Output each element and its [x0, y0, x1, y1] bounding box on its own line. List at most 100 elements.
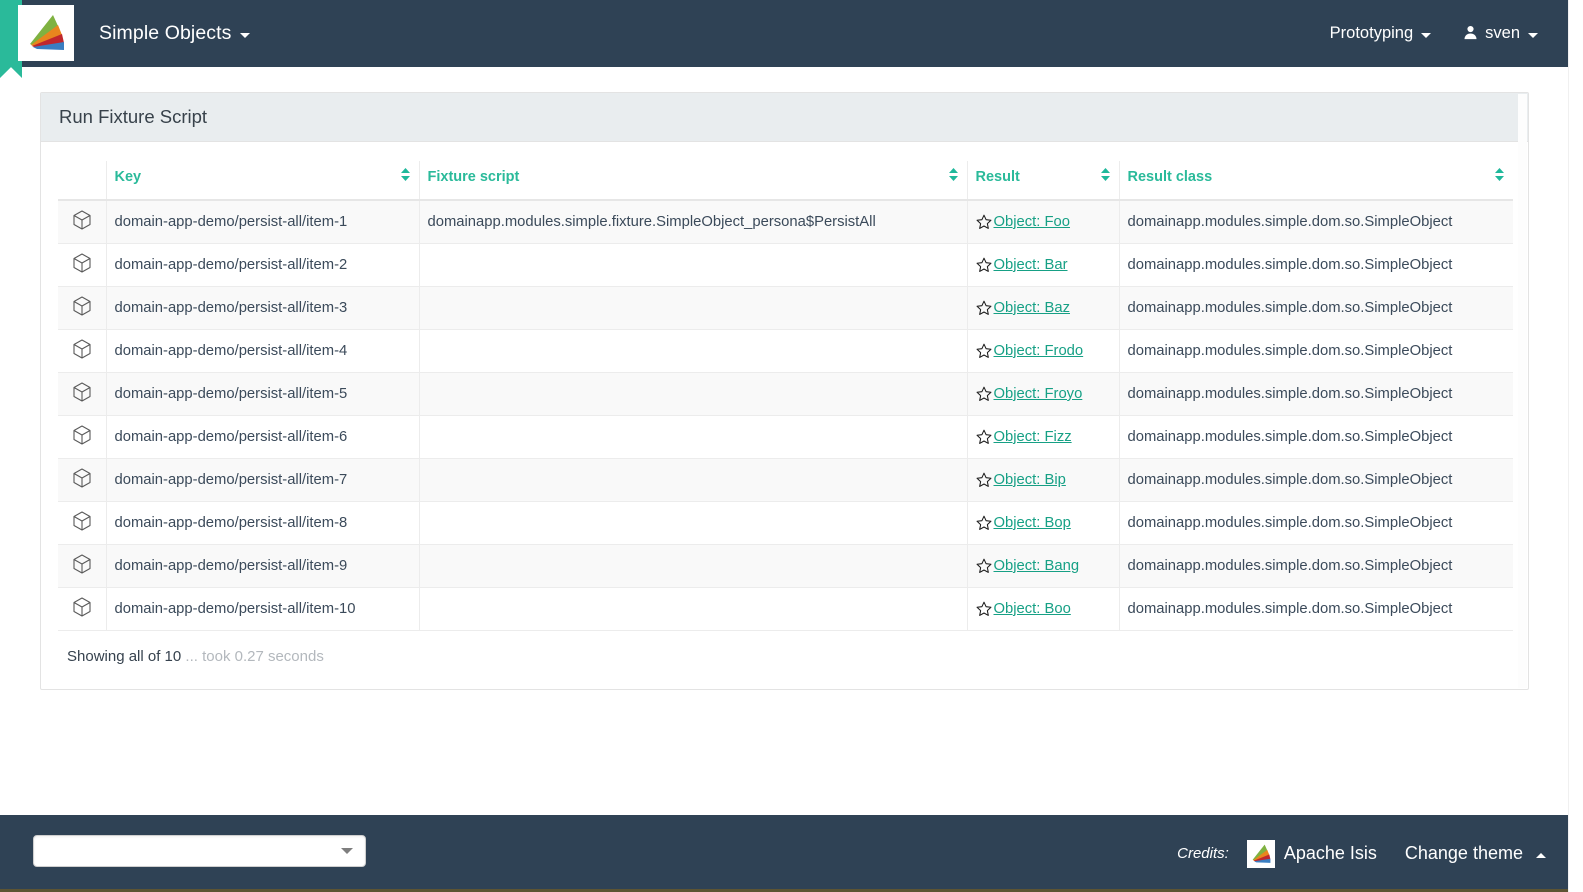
cell-result: Object: Boo [967, 588, 1119, 631]
main-content: Run Fixture Script [0, 67, 1568, 815]
table-row: domain-app-demo/persist-all/item-6Object… [58, 416, 1513, 459]
nav-item-user[interactable]: sven [1447, 0, 1554, 67]
row-object-icon-cell [58, 200, 106, 244]
cube-icon[interactable] [73, 304, 91, 320]
apache-isis-logo-icon[interactable] [18, 5, 74, 61]
theme-select[interactable] [33, 835, 366, 867]
credits-apache-isis-link[interactable]: Apache Isis [1247, 840, 1377, 868]
result-object-link[interactable]: Object: Baz [994, 300, 1070, 316]
chevron-down-icon [1421, 33, 1431, 38]
cube-icon[interactable] [73, 218, 91, 234]
cube-icon[interactable] [73, 433, 91, 449]
star-outline-icon[interactable] [976, 214, 992, 234]
cell-fixture-script [419, 373, 967, 416]
run-fixture-script-panel: Run Fixture Script [40, 92, 1529, 690]
nav-item-user-label: sven [1485, 24, 1520, 43]
panel-body: Key [41, 142, 1528, 689]
sort-updown-icon[interactable] [1494, 167, 1505, 186]
result-object-link[interactable]: Object: Frodo [994, 343, 1084, 359]
cell-result: Object: Frodo [967, 330, 1119, 373]
table-row: domain-app-demo/persist-all/item-3 Object… [58, 287, 1513, 330]
cell-key: domain-app-demo/persist-all/item-4 [106, 330, 419, 373]
brand-title-label: Simple Objects [99, 22, 232, 45]
star-outline-icon[interactable] [976, 429, 992, 449]
cell-fixture-script: domainapp.modules.simple.fixture.SimpleO… [419, 200, 967, 244]
cube-icon[interactable] [73, 562, 91, 578]
footer-right-group: Credits: Apache Isis Change theme [1177, 815, 1554, 892]
row-object-icon-cell [58, 588, 106, 631]
result-object-link[interactable]: Object: Bar [994, 257, 1068, 273]
cell-result-class: domainapp.modules.simple.dom.so.SimpleOb… [1119, 200, 1513, 244]
cell-key: domain-app-demo/persist-all/item-3 [106, 287, 419, 330]
change-theme-button[interactable]: Change theme [1405, 843, 1554, 864]
star-outline-icon[interactable] [976, 386, 992, 406]
column-header-key-label: Key [115, 169, 142, 185]
cell-fixture-script [419, 416, 967, 459]
result-object-link[interactable]: Object: Bang [994, 558, 1080, 574]
window-vertical-scrollbar[interactable] [1568, 0, 1583, 892]
panel-scroll-track[interactable] [1518, 94, 1527, 688]
cell-key: domain-app-demo/persist-all/item-8 [106, 502, 419, 545]
cell-fixture-script [419, 459, 967, 502]
star-outline-icon[interactable] [976, 257, 992, 277]
star-outline-icon[interactable] [976, 343, 992, 363]
column-header-result[interactable]: Result [967, 161, 1119, 200]
result-object-link[interactable]: Object: Froyo [994, 386, 1083, 402]
row-object-icon-cell [58, 287, 106, 330]
cell-result-class: domainapp.modules.simple.dom.so.SimpleOb… [1119, 588, 1513, 631]
result-object-link[interactable]: Object: Bip [994, 472, 1066, 488]
table-row: domain-app-demo/persist-all/item-8 Object… [58, 502, 1513, 545]
table-footer: Showing all of 10 ... took 0.27 seconds [58, 631, 1511, 689]
app-page: Simple Objects Prototyping sven [0, 0, 1583, 892]
row-object-icon-cell [58, 373, 106, 416]
star-outline-icon[interactable] [976, 300, 992, 320]
row-object-icon-cell [58, 244, 106, 287]
cell-result-class: domainapp.modules.simple.dom.so.SimpleOb… [1119, 330, 1513, 373]
row-object-icon-cell [58, 416, 106, 459]
cube-icon[interactable] [73, 347, 91, 363]
table-row: domain-app-demo/persist-all/item-2Object… [58, 244, 1513, 287]
sort-updown-icon[interactable] [1100, 167, 1111, 186]
cell-key: domain-app-demo/persist-all/item-10 [106, 588, 419, 631]
cell-fixture-script [419, 244, 967, 287]
nav-item-prototyping-label: Prototyping [1330, 24, 1413, 43]
star-outline-icon[interactable] [976, 601, 992, 621]
column-header-key[interactable]: Key [106, 161, 419, 200]
query-duration-label: ... took 0.27 seconds [181, 648, 324, 665]
cube-icon[interactable] [73, 605, 91, 621]
cell-key: domain-app-demo/persist-all/item-5 [106, 373, 419, 416]
star-outline-icon[interactable] [976, 558, 992, 578]
cube-icon[interactable] [73, 519, 91, 535]
brand-title-dropdown[interactable]: Simple Objects [99, 0, 250, 67]
cell-fixture-script [419, 502, 967, 545]
table-row: domain-app-demo/persist-all/item-10 Objec… [58, 588, 1513, 631]
cell-result-class: domainapp.modules.simple.dom.so.SimpleOb… [1119, 545, 1513, 588]
table-header: Key [58, 161, 1513, 200]
credits-label: Credits: [1177, 845, 1229, 862]
cell-result: Object: Fizz [967, 416, 1119, 459]
star-outline-icon[interactable] [976, 472, 992, 492]
cell-result: Object: Bip [967, 459, 1119, 502]
cell-result: Object: Bop [967, 502, 1119, 545]
sort-updown-icon[interactable] [400, 167, 411, 186]
table-row: domain-app-demo/persist-all/item-5 Object… [58, 373, 1513, 416]
result-object-link[interactable]: Object: Bop [994, 515, 1071, 531]
cube-icon[interactable] [73, 476, 91, 492]
cell-fixture-script [419, 588, 967, 631]
showing-count-label: Showing all of 10 [67, 648, 181, 665]
result-object-link[interactable]: Object: Boo [994, 601, 1071, 617]
column-header-result-class[interactable]: Result class [1119, 161, 1513, 200]
cube-icon[interactable] [73, 390, 91, 406]
row-object-icon-cell [58, 545, 106, 588]
nav-item-prototyping[interactable]: Prototyping [1314, 0, 1447, 67]
result-object-link[interactable]: Object: Foo [994, 214, 1070, 230]
star-outline-icon[interactable] [976, 515, 992, 535]
cube-icon[interactable] [73, 261, 91, 277]
result-object-link[interactable]: Object: Fizz [994, 429, 1072, 445]
cell-key: domain-app-demo/persist-all/item-9 [106, 545, 419, 588]
cell-key: domain-app-demo/persist-all/item-7 [106, 459, 419, 502]
column-header-fixture-script[interactable]: Fixture script [419, 161, 967, 200]
table-row: domain-app-demo/persist-all/item-7 Object… [58, 459, 1513, 502]
sort-updown-icon[interactable] [948, 167, 959, 186]
cell-result-class: domainapp.modules.simple.dom.so.SimpleOb… [1119, 502, 1513, 545]
